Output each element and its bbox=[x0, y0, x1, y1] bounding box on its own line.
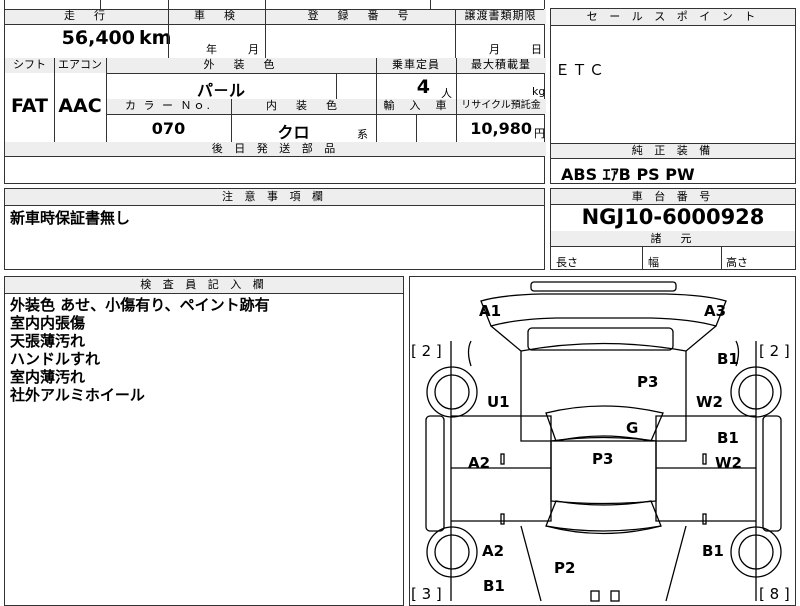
sales-points-value: ＥＴＣ bbox=[555, 61, 607, 79]
interior-color-suffix: 系 bbox=[357, 128, 368, 141]
top-row-divider bbox=[430, 0, 431, 9]
interior-color-header: 内 装 色 bbox=[231, 99, 376, 114]
import-header: 輸 入 車 bbox=[376, 99, 456, 114]
mark-right-front-fender: B1 bbox=[717, 350, 739, 368]
sales-points-box: セ ー ル ス ポ イ ン ト ＥＴＣ bbox=[550, 8, 796, 144]
inspector-box: 検 査 員 記 入 欄 外装色 あせ、小傷有り、ペイント跡有 室内内張傷 天張薄… bbox=[4, 276, 404, 606]
notes-header: 注 意 事 項 欄 bbox=[5, 189, 544, 205]
tire-right-rear-label: [ 8 ] bbox=[759, 585, 790, 603]
tire-left-front-label: [ 2 ] bbox=[411, 342, 442, 360]
sales-points-header: セ ー ル ス ポ イ ン ト bbox=[551, 9, 795, 25]
dimension-length-label: 長さ bbox=[556, 256, 578, 269]
registration-header: 登 録 番 号 bbox=[265, 9, 455, 24]
capacity-value: 4 bbox=[416, 76, 430, 98]
capacity-header: 乗車定員 bbox=[376, 58, 456, 73]
dimensions-header: 諸 元 bbox=[551, 231, 795, 246]
inspector-line: 天張薄汚れ bbox=[10, 332, 86, 350]
mark-right-front-door: B1 bbox=[717, 429, 739, 447]
inspection-month: 月 bbox=[248, 43, 259, 56]
dimension-width-label: 幅 bbox=[648, 256, 659, 269]
dimension-height-label: 高さ bbox=[726, 256, 748, 269]
recycle-deposit-unit: 円 bbox=[534, 127, 545, 140]
mark-left-front-door: A2 bbox=[468, 454, 490, 472]
inspector-line: 室内薄汚れ bbox=[10, 368, 86, 386]
inspector-header: 検 査 員 記 入 欄 bbox=[5, 277, 403, 293]
inspector-line: 社外アルミホイール bbox=[10, 386, 145, 404]
max-load-header: 最大積載量 bbox=[456, 58, 546, 73]
mark-windshield: G bbox=[626, 419, 638, 437]
transfer-deadline-header: 譲渡書類期限 bbox=[455, 9, 546, 24]
car-diagram-box: [ 2 ] [ 2 ] [ 3 ] [ 8 ] A1 A3 B1 U1 P3 W… bbox=[409, 276, 796, 606]
top-row-divider bbox=[168, 0, 169, 9]
inspection-header: 車 検 bbox=[168, 9, 265, 24]
mileage-unit: km bbox=[139, 27, 172, 49]
mark-left-rear-bumper: B1 bbox=[483, 577, 505, 595]
color-no-header: カ ラ ー Ｎｏ. bbox=[106, 99, 231, 114]
inspection-year: 年 bbox=[206, 43, 217, 56]
mark-right-front-door-2: W2 bbox=[715, 454, 742, 472]
vehicle-info-form: 走 行 車 検 登 録 番 号 譲渡書類期限 56,400 km 年 月 月 日… bbox=[4, 0, 546, 184]
transfer-month: 月 bbox=[489, 43, 500, 56]
mark-trunk: P2 bbox=[554, 559, 575, 577]
ac-value: AAC bbox=[58, 95, 102, 117]
mark-right-front-pillar: W2 bbox=[696, 393, 723, 411]
tire-left-rear-label: [ 3 ] bbox=[411, 585, 442, 603]
exterior-color-header: 外 装 色 bbox=[106, 58, 376, 73]
notes-value: 新車時保証書無し bbox=[10, 209, 131, 227]
mark-right-rear-fender: B1 bbox=[702, 542, 724, 560]
car-diagram: [ 2 ] [ 2 ] [ 3 ] [ 8 ] A1 A3 B1 U1 P3 W… bbox=[411, 281, 790, 603]
mark-roof: P3 bbox=[592, 450, 613, 468]
mark-hood: P3 bbox=[637, 373, 658, 391]
standard-equipment-box: 純 正 装 備 ABS ｴｱB PS PW bbox=[550, 143, 796, 184]
recycle-deposit-value: 10,980 bbox=[470, 119, 532, 138]
mark-front-left-bumper: A1 bbox=[479, 302, 501, 320]
standard-equipment-header: 純 正 装 備 bbox=[551, 144, 795, 158]
mark-left-front-fender: U1 bbox=[487, 393, 510, 411]
interior-color-value: クロ bbox=[277, 123, 310, 142]
mileage-value: 56,400 bbox=[61, 27, 135, 49]
chassis-box: 車 台 番 号 NGJ10-6000928 諸 元 長さ 幅 高さ bbox=[550, 188, 796, 270]
chassis-header: 車 台 番 号 bbox=[551, 189, 795, 204]
shift-header: シフト bbox=[5, 58, 54, 73]
max-load-unit: kg bbox=[532, 85, 546, 98]
mileage-header: 走 行 bbox=[5, 9, 168, 24]
standard-equipment-value: ABS ｴｱB PS PW bbox=[561, 165, 695, 184]
top-row-divider bbox=[265, 0, 266, 9]
inspector-line: ハンドルすれ bbox=[10, 350, 101, 368]
top-row-divider bbox=[100, 0, 101, 9]
shift-value: FAT bbox=[11, 95, 48, 117]
chassis-value: NGJ10-6000928 bbox=[581, 205, 765, 229]
mark-left-rear-fender: A2 bbox=[482, 542, 504, 560]
inspector-line: 外装色 あせ、小傷有り、ペイント跡有 bbox=[10, 296, 270, 314]
recycle-deposit-header: リサイクル預託金 bbox=[456, 99, 546, 114]
notes-box: 注 意 事 項 欄 新車時保証書無し bbox=[4, 188, 545, 270]
color-no-value: 070 bbox=[151, 119, 186, 138]
ac-header: エアコン bbox=[54, 58, 106, 73]
tire-right-front-label: [ 2 ] bbox=[759, 342, 790, 360]
mark-front-right-bumper: A3 bbox=[704, 302, 726, 320]
later-parts-header: 後 日 発 送 部 品 bbox=[5, 142, 546, 156]
inspector-line: 室内内張傷 bbox=[10, 314, 86, 332]
transfer-day: 日 bbox=[531, 43, 542, 56]
exterior-color-value: パ－ル bbox=[196, 81, 245, 100]
